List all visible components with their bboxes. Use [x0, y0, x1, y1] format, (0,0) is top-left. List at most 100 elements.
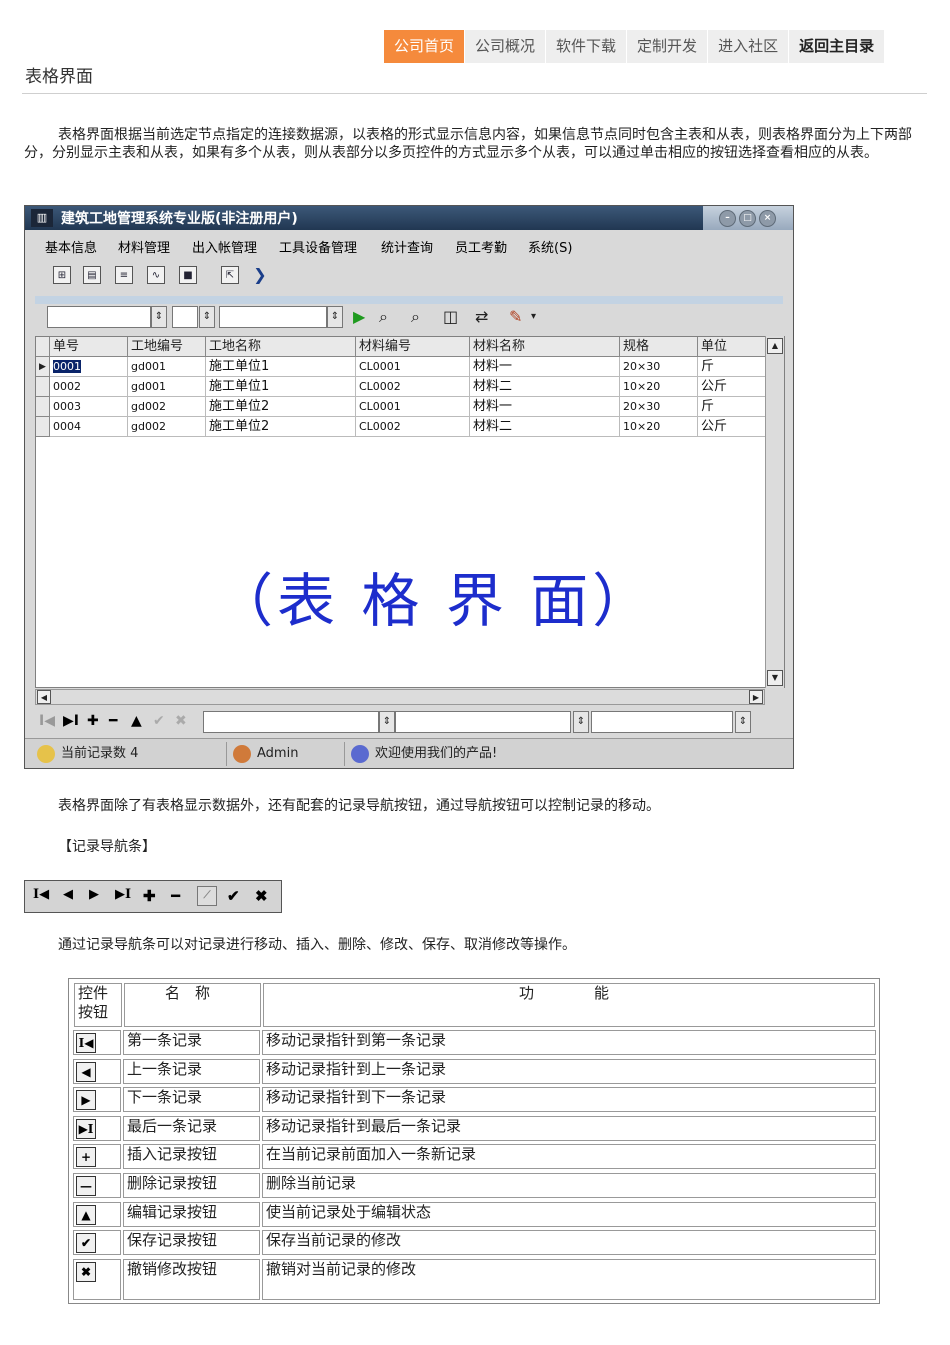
refresh-icon[interactable]: ⇄: [475, 306, 488, 328]
col-header[interactable]: 工地名称: [206, 337, 356, 357]
run-query-icon[interactable]: ▶: [353, 306, 365, 328]
grid-cell[interactable]: 斤: [698, 357, 766, 377]
grid-cell[interactable]: CL0002: [356, 377, 470, 397]
next-record-icon[interactable]: ▶: [89, 887, 99, 902]
horizontal-scrollbar[interactable]: ◀ ▶: [35, 689, 765, 705]
tree-icon[interactable]: ⊞: [53, 266, 71, 284]
document-icon[interactable]: ≡: [115, 266, 133, 284]
grid-cell[interactable]: CL0001: [356, 357, 470, 377]
nav-community[interactable]: 进入社区: [708, 30, 789, 63]
grid-cell[interactable]: 10×20: [620, 417, 698, 437]
grid-cell[interactable]: 材料一: [470, 357, 620, 377]
forward-icon[interactable]: ❯: [251, 266, 269, 284]
nav-spin-3[interactable]: ⇕: [735, 711, 751, 733]
grid-cell[interactable]: 0001: [50, 357, 128, 377]
screen-icon[interactable]: ■: [179, 266, 197, 284]
grid-cell[interactable]: 施工单位2: [206, 397, 356, 417]
menu-material[interactable]: 材料管理: [118, 237, 170, 256]
insert-record-icon[interactable]: ✚: [87, 713, 99, 729]
row-indicator-icon[interactable]: ▶: [36, 357, 50, 377]
grid-cell[interactable]: 0004: [50, 417, 128, 437]
col-header[interactable]: 单位: [698, 337, 766, 357]
grid-cell[interactable]: 0003: [50, 397, 128, 417]
filter-field-spin[interactable]: ⇕: [151, 306, 167, 328]
scroll-right-icon[interactable]: ▶: [749, 690, 763, 704]
close-icon[interactable]: ×: [759, 210, 776, 227]
cancel-record-icon[interactable]: ✖: [255, 887, 268, 905]
edit-record-icon[interactable]: ⟋: [197, 886, 217, 906]
grid-cell[interactable]: gd002: [128, 417, 206, 437]
filter-value-spin[interactable]: ⇕: [327, 306, 343, 328]
scroll-up-icon[interactable]: ▲: [767, 338, 783, 354]
menu-attendance[interactable]: 员工考勤: [455, 237, 507, 256]
minimize-icon[interactable]: –: [719, 210, 736, 227]
menu-tools[interactable]: 工具设备管理: [279, 237, 357, 256]
find-next-icon[interactable]: ⌕: [411, 306, 420, 328]
scroll-left-icon[interactable]: ◀: [37, 690, 51, 704]
grid-cell[interactable]: gd002: [128, 397, 206, 417]
menu-basic-info[interactable]: 基本信息: [45, 237, 97, 256]
filter-operator-combo[interactable]: [172, 306, 198, 328]
insert-record-icon[interactable]: ✚: [143, 887, 156, 905]
list-view-icon[interactable]: ▤: [83, 266, 101, 284]
grid-cell[interactable]: CL0002: [356, 417, 470, 437]
grid-cell[interactable]: 斤: [698, 397, 766, 417]
grid-cell[interactable]: gd001: [128, 357, 206, 377]
col-header[interactable]: 规格: [620, 337, 698, 357]
col-header[interactable]: 工地编号: [128, 337, 206, 357]
col-header[interactable]: 材料名称: [470, 337, 620, 357]
grid-cell[interactable]: 公斤: [698, 417, 766, 437]
menu-stats[interactable]: 统计查询: [381, 237, 433, 256]
grid-cell[interactable]: 材料二: [470, 377, 620, 397]
filter-field-combo[interactable]: [47, 306, 151, 328]
grid-cell[interactable]: 材料一: [470, 397, 620, 417]
first-record-icon[interactable]: I◀: [39, 713, 55, 729]
find-icon[interactable]: ⌕: [379, 306, 388, 328]
menu-in-out[interactable]: 出入帐管理: [192, 237, 257, 256]
col-header[interactable]: 单号: [50, 337, 128, 357]
row-indicator[interactable]: [36, 397, 50, 417]
row-indicator[interactable]: [36, 377, 50, 397]
nav-download[interactable]: 软件下载: [546, 30, 627, 63]
save-record-icon[interactable]: ✔: [227, 887, 240, 905]
grid-cell[interactable]: gd001: [128, 377, 206, 397]
nav-about[interactable]: 公司概况: [465, 30, 546, 63]
grid-cell[interactable]: 20×30: [620, 357, 698, 377]
maximize-icon[interactable]: □: [739, 210, 756, 227]
vertical-scrollbar[interactable]: ▲ ▼: [765, 336, 784, 688]
grid-cell[interactable]: 10×20: [620, 377, 698, 397]
row-indicator[interactable]: [36, 417, 50, 437]
nav-combo-1[interactable]: [203, 711, 379, 733]
filter-value-combo[interactable]: [219, 306, 327, 328]
grid-cell[interactable]: CL0001: [356, 397, 470, 417]
grid-cell[interactable]: 施工单位2: [206, 417, 356, 437]
grid-cell[interactable]: 20×30: [620, 397, 698, 417]
last-record-icon[interactable]: ▶I: [63, 713, 79, 729]
nav-spin-2[interactable]: ⇕: [573, 711, 589, 733]
scroll-down-icon[interactable]: ▼: [767, 670, 783, 686]
menu-system[interactable]: 系统(S): [528, 237, 572, 256]
grid-cell[interactable]: 材料二: [470, 417, 620, 437]
export-icon[interactable]: ⇱: [221, 266, 239, 284]
edit-record-icon[interactable]: ▲: [131, 713, 142, 729]
delete-record-icon[interactable]: ━: [171, 887, 180, 905]
edit-pencil-icon[interactable]: ✎: [509, 306, 522, 328]
zoom-icon[interactable]: ◫: [443, 306, 458, 328]
last-record-icon[interactable]: ▶I: [115, 887, 131, 902]
nav-combo-3[interactable]: [591, 711, 733, 733]
save-record-icon[interactable]: ✔: [153, 713, 165, 729]
cancel-record-icon[interactable]: ✖: [175, 713, 187, 729]
chevron-down-icon[interactable]: ▾: [531, 306, 536, 328]
chart-icon[interactable]: ∿: [147, 266, 165, 284]
grid-cell[interactable]: 施工单位1: [206, 377, 356, 397]
nav-main-menu[interactable]: 返回主目录: [789, 30, 885, 63]
nav-spin-1[interactable]: ⇕: [379, 711, 395, 733]
nav-custom-dev[interactable]: 定制开发: [627, 30, 708, 63]
filter-operator-spin[interactable]: ⇕: [199, 306, 215, 328]
grid-cell[interactable]: 0002: [50, 377, 128, 397]
grid-cell[interactable]: 施工单位1: [206, 357, 356, 377]
nav-home[interactable]: 公司首页: [384, 30, 465, 63]
delete-record-icon[interactable]: ━: [109, 713, 117, 729]
grid-cell[interactable]: 公斤: [698, 377, 766, 397]
col-header[interactable]: 材料编号: [356, 337, 470, 357]
